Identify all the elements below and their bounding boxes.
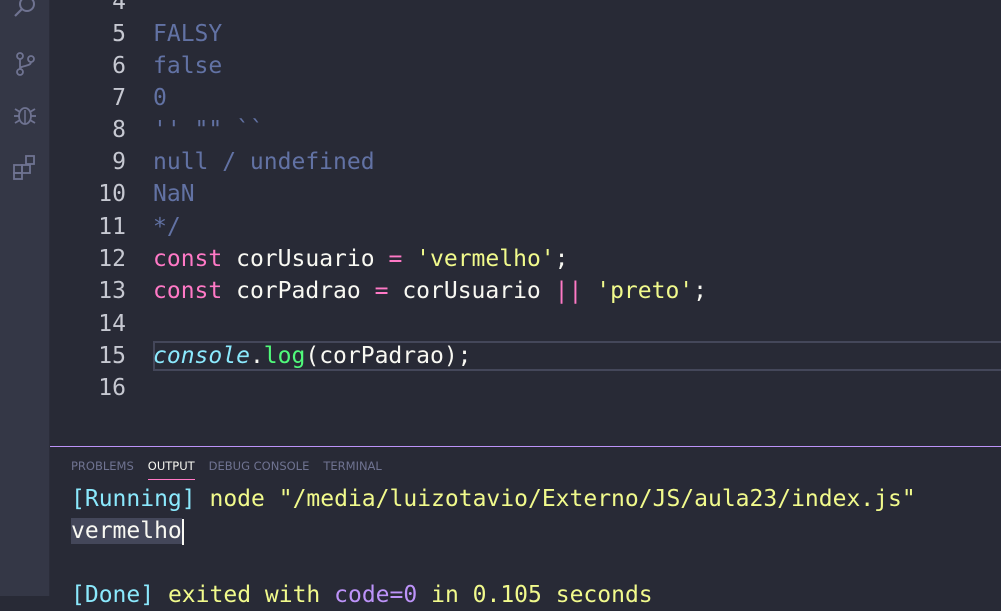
bottom-panel: PROBLEMS OUTPUT DEBUG CONSOLE TERMINAL [… [50, 446, 1001, 608]
code-line: 8 '' "" `` [50, 114, 1001, 146]
tab-output[interactable]: OUTPUT [147, 459, 195, 480]
line-number: 7 [112, 85, 126, 111]
operator: || [554, 278, 583, 304]
punctuation: ; [554, 246, 569, 272]
code-line: 12 const corUsuario = 'vermelho'; [50, 243, 1001, 275]
tab-terminal[interactable]: TERMINAL [323, 459, 381, 480]
code-line: 5 FALSY [50, 18, 1001, 50]
debug-icon[interactable] [11, 101, 39, 129]
object-name: console [153, 343, 250, 369]
source-control-icon[interactable] [11, 50, 39, 78]
code-text: const corUsuario = 'vermelho'; [153, 243, 569, 275]
code-line: 9 null / undefined [50, 146, 1001, 178]
identifier: corUsuario [402, 278, 541, 304]
identifier: corPadrao [236, 278, 361, 304]
done-text: exited with [167, 582, 321, 608]
line-number: 15 [98, 343, 126, 369]
output-done-line: [Done] exited with code=0 in 0.105 secon… [71, 579, 653, 611]
operator: = [374, 278, 389, 304]
string-literal: 'vermelho' [416, 246, 555, 272]
extensions-icon[interactable] [11, 153, 39, 181]
keyword: const [153, 278, 223, 304]
line-number: 9 [112, 149, 126, 175]
line-number: 13 [98, 278, 126, 304]
activity-bar [0, 0, 50, 596]
comment-text: null / undefined [153, 149, 375, 175]
tab-problems[interactable]: PROBLEMS [71, 459, 134, 480]
tab-debug-console[interactable]: DEBUG CONSOLE [209, 459, 310, 480]
line-number: 8 [112, 117, 126, 143]
output-result: vermelho [71, 518, 182, 544]
code-line-current: 15 console.log(corPadrao); [50, 340, 1001, 372]
comment-text: false [153, 53, 223, 79]
code-editor[interactable]: 4 5 FALSY 6 false 7 0 8 '' "" `` 9 null … [50, 0, 1001, 446]
code-line: 4 [50, 0, 1001, 18]
comment-text: NaN [153, 181, 195, 207]
code-text: const corPadrao = corUsuario || 'preto'; [153, 275, 707, 307]
line-number: 12 [98, 246, 126, 272]
output-running-line: [Running] node "/media/luizotavio/Extern… [71, 483, 916, 515]
line-number: 14 [98, 311, 126, 337]
running-tag: [Running] [71, 486, 196, 512]
punctuation: ; [693, 278, 708, 304]
punctuation: . [249, 343, 264, 369]
exit-code: code=0 [334, 582, 418, 608]
line-number: 4 [112, 0, 126, 15]
done-tag: [Done] [71, 582, 155, 608]
arguments: (corPadrao); [305, 343, 472, 369]
operator: = [388, 246, 403, 272]
string-literal: 'preto' [596, 278, 694, 304]
code-line: 6 false [50, 50, 1001, 82]
keyword: const [153, 246, 223, 272]
line-number: 10 [98, 181, 126, 207]
code-line: 13 const corPadrao = corUsuario || 'pret… [50, 275, 1001, 307]
done-duration: in 0.105 seconds [431, 582, 653, 608]
code-line: 14 [50, 308, 1001, 340]
text-cursor [181, 518, 184, 545]
line-number: 6 [112, 53, 126, 79]
output-result-line[interactable]: vermelho [71, 515, 184, 547]
comment-text: */ [153, 214, 181, 240]
panel-tabs: PROBLEMS OUTPUT DEBUG CONSOLE TERMINAL [71, 459, 396, 480]
search-icon[interactable] [11, 0, 39, 22]
comment-text: FALSY [153, 21, 223, 47]
code-text: console.log(corPadrao); [153, 340, 472, 372]
identifier: corUsuario [236, 246, 375, 272]
comment-text: '' "" `` [153, 117, 264, 143]
line-number: 11 [98, 214, 126, 240]
code-line: 16 [50, 372, 1001, 404]
function-name: log [263, 343, 306, 369]
code-line: 10 NaN [50, 178, 1001, 210]
comment-text: 0 [153, 85, 167, 111]
line-number: 5 [112, 21, 126, 47]
line-number: 16 [98, 375, 126, 401]
code-line: 7 0 [50, 82, 1001, 114]
running-command: node "/media/luizotavio/Externo/JS/aula2… [209, 486, 916, 512]
code-line: 11 */ [50, 211, 1001, 243]
